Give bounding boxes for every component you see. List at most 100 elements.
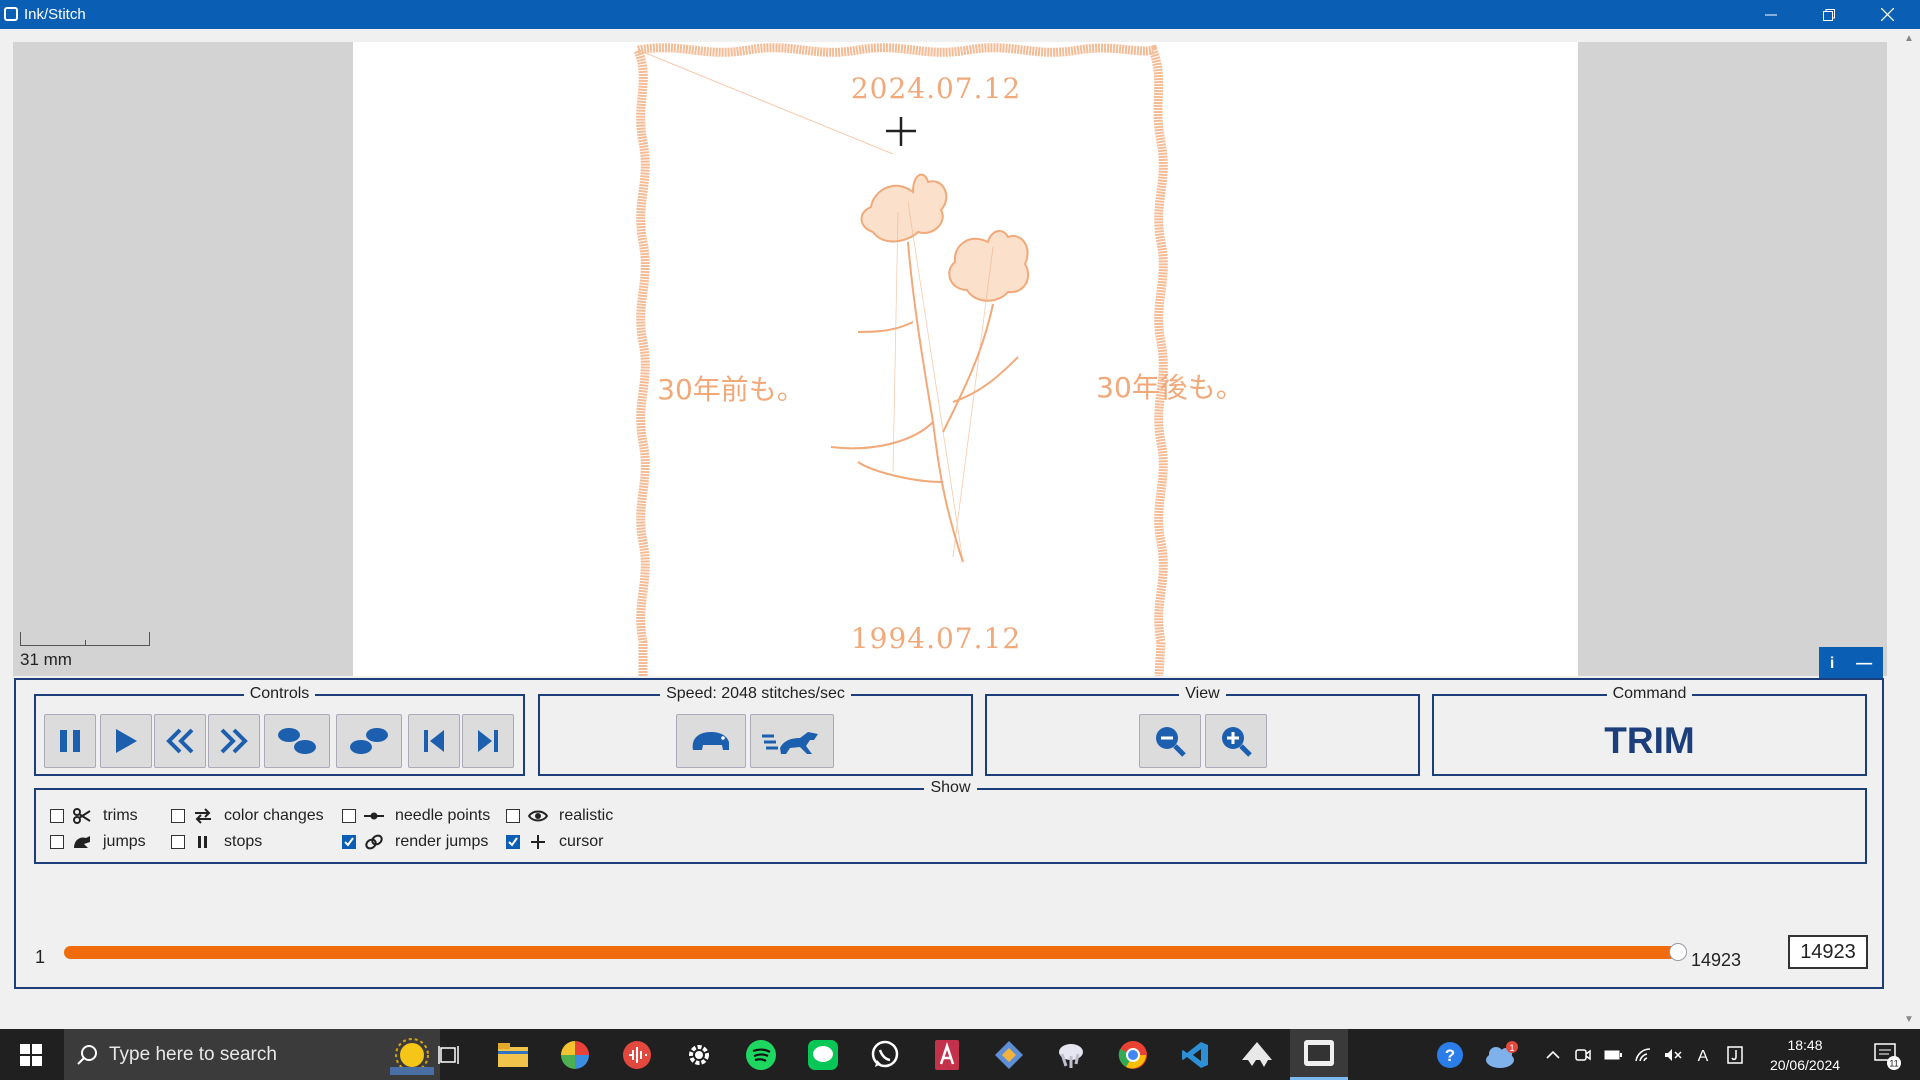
chrome-icon — [1118, 1040, 1147, 1069]
minimize-button[interactable] — [1742, 0, 1800, 29]
show-color-changes[interactable]: color changes — [171, 806, 324, 826]
view-group: View — [985, 685, 1420, 776]
swap-arrows-icon — [192, 808, 214, 824]
zoom-out-icon — [1156, 727, 1186, 757]
notification-center-button[interactable]: 11 — [1864, 1029, 1908, 1080]
stops-checkbox[interactable] — [171, 835, 185, 849]
vscode-icon — [1182, 1041, 1208, 1068]
play-button[interactable] — [100, 714, 152, 768]
needle-points-label: needle points — [395, 807, 491, 824]
line-app[interactable] — [794, 1029, 852, 1080]
help-tray-icon[interactable]: ? — [1430, 1029, 1470, 1080]
wifi-icon[interactable] — [1630, 1029, 1656, 1080]
scroll-down-icon[interactable]: ▼ — [1904, 1014, 1914, 1025]
file-explorer-app[interactable] — [484, 1029, 542, 1080]
jump-to-end-button[interactable] — [462, 714, 514, 768]
photos-app[interactable] — [546, 1029, 604, 1080]
skip-forward-icon — [478, 730, 498, 752]
faster-button[interactable] — [750, 714, 834, 768]
taskbar-clock[interactable]: 18:48 20/06/2024 — [1760, 1035, 1850, 1075]
access-icon — [935, 1039, 959, 1070]
step-backward-button[interactable] — [264, 714, 330, 768]
stitch-canvas[interactable]: 2024.07.12 1994.07.12 30年前も。 30年後も。 31 m… — [13, 42, 1887, 676]
access-app[interactable] — [918, 1029, 976, 1080]
weather-cloud-icon[interactable]: 1 — [1478, 1029, 1524, 1080]
trims-label: trims — [103, 807, 138, 824]
carnation-illustration — [830, 173, 1030, 563]
show-stops[interactable]: stops — [171, 832, 262, 852]
restore-button[interactable] — [1800, 0, 1858, 29]
folder-icon — [498, 1042, 528, 1067]
git-app[interactable] — [980, 1029, 1038, 1080]
slider-min: 1 — [35, 947, 46, 967]
show-jumps[interactable]: jumps — [50, 832, 146, 852]
diamond-app-icon — [995, 1040, 1023, 1069]
slower-button[interactable] — [676, 714, 746, 768]
needle-points-checkbox[interactable] — [342, 809, 356, 823]
taskbar-search[interactable]: Type here to search — [64, 1029, 440, 1080]
speed-up-button[interactable] — [208, 714, 260, 768]
scroll-up-icon[interactable]: ▲ — [1904, 33, 1914, 44]
line-chat-icon — [808, 1039, 838, 1070]
task-view-button[interactable] — [420, 1029, 478, 1080]
svg-text:?: ? — [1445, 1046, 1455, 1065]
realistic-checkbox[interactable] — [506, 809, 520, 823]
spotify-app[interactable] — [732, 1029, 790, 1080]
show-cursor[interactable]: cursor — [506, 832, 603, 852]
chevron-up-icon[interactable] — [1540, 1029, 1566, 1080]
jump-to-start-button[interactable] — [408, 714, 460, 768]
audio-recorder-app[interactable] — [608, 1029, 666, 1080]
show-trims[interactable]: trims — [50, 806, 138, 826]
speed-down-button[interactable] — [154, 714, 206, 768]
start-button[interactable] — [2, 1029, 60, 1080]
svg-text:A: A — [1698, 1048, 1709, 1063]
cursor-label: cursor — [559, 833, 604, 850]
scale-bar — [20, 632, 150, 646]
task-view-icon — [438, 1045, 459, 1064]
trims-checkbox[interactable] — [50, 809, 64, 823]
vertical-scrollbar[interactable]: ▲ ▼ — [1904, 29, 1914, 1029]
clock-time: 18:48 — [1787, 1037, 1823, 1053]
windows-icon — [20, 1043, 42, 1066]
info-button[interactable]: i — [1830, 655, 1834, 673]
cursor-checkbox[interactable] — [506, 835, 520, 849]
jumps-checkbox[interactable] — [50, 835, 64, 849]
meet-now-icon[interactable] — [1570, 1029, 1596, 1080]
needle-point-icon — [363, 811, 385, 821]
whatsapp-app[interactable] — [856, 1029, 914, 1080]
spotify-icon — [746, 1039, 776, 1070]
play-icon — [116, 729, 137, 753]
zoom-out-button[interactable] — [1139, 714, 1201, 768]
input-method-icon[interactable]: A — [1690, 1029, 1716, 1080]
chrome-app[interactable] — [1104, 1029, 1162, 1080]
ime-mode-icon[interactable] — [1722, 1029, 1748, 1080]
render-jumps-label: render jumps — [395, 833, 489, 850]
show-realistic[interactable]: realistic — [506, 806, 613, 826]
color-changes-label: color changes — [224, 807, 324, 824]
view-title: View — [1179, 685, 1226, 702]
title-bar: Ink/Stitch — [0, 0, 1920, 29]
inkscape-app[interactable] — [1228, 1029, 1286, 1080]
stitch-number-input[interactable]: 14923 — [1788, 935, 1868, 969]
close-button[interactable] — [1858, 0, 1916, 29]
inkstitch-app[interactable] — [1290, 1029, 1348, 1080]
slider-thumb[interactable] — [1669, 943, 1687, 961]
zoom-in-button[interactable] — [1205, 714, 1267, 768]
volume-muted-icon[interactable] — [1660, 1029, 1686, 1080]
stitch-slider[interactable] — [64, 946, 1676, 959]
collapse-button[interactable]: — — [1856, 655, 1872, 673]
notification-icon: 11 — [1874, 1042, 1901, 1070]
taskbar: Type here to search ? 1 A 18:48 20/06/20… — [0, 1029, 1920, 1080]
command-title: Command — [1606, 685, 1693, 702]
show-needle-points[interactable]: needle points — [342, 806, 490, 826]
render-jumps-checkbox[interactable] — [342, 835, 356, 849]
zoom-in-icon — [1222, 727, 1252, 757]
step-forward-button[interactable] — [336, 714, 402, 768]
stops-label: stops — [224, 833, 263, 850]
pause-button[interactable] — [44, 714, 96, 768]
show-render-jumps[interactable]: render jumps — [342, 832, 488, 852]
settings-app[interactable] — [670, 1029, 728, 1080]
color-changes-checkbox[interactable] — [171, 809, 185, 823]
inkscape-alt-app[interactable] — [1042, 1029, 1100, 1080]
vscode-app[interactable] — [1166, 1029, 1224, 1080]
